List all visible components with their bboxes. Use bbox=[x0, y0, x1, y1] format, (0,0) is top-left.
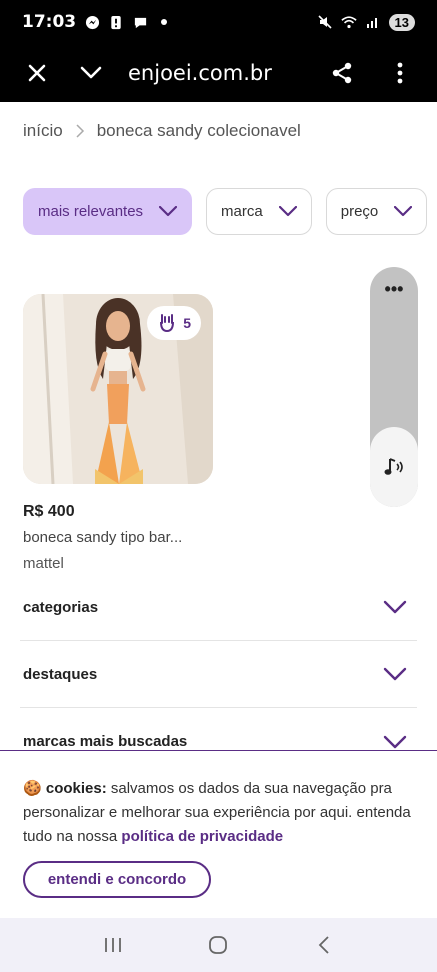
like-badge[interactable]: 5 bbox=[147, 306, 201, 340]
like-count: 5 bbox=[183, 315, 191, 331]
status-bar: 17:03 13 bbox=[0, 0, 437, 44]
chevron-down-icon bbox=[383, 667, 407, 681]
more-options-button[interactable] bbox=[371, 44, 429, 102]
product-brand: mattel bbox=[23, 555, 64, 572]
back-button[interactable] bbox=[304, 925, 344, 965]
close-button[interactable] bbox=[8, 44, 66, 102]
chevron-right-icon bbox=[76, 124, 84, 138]
accept-cookies-button[interactable]: entendi e concordo bbox=[23, 861, 211, 898]
chevron-down-icon bbox=[394, 206, 413, 217]
cookie-banner: 🍪 cookies: salvamos os dados da sua nave… bbox=[0, 750, 437, 918]
url-text[interactable]: enjoei.com.br bbox=[128, 61, 272, 85]
battery-indicator: 13 bbox=[388, 13, 415, 31]
chevron-down-icon bbox=[159, 206, 178, 217]
chevron-down-icon bbox=[80, 66, 102, 79]
home-button[interactable] bbox=[198, 925, 238, 965]
product-title[interactable]: boneca sandy tipo bar... bbox=[23, 529, 182, 546]
chip-label: marca bbox=[221, 203, 263, 220]
widget-slider-knob[interactable] bbox=[370, 427, 418, 507]
recent-apps-button[interactable] bbox=[93, 925, 133, 965]
dot-icon bbox=[156, 14, 172, 30]
side-sound-widget[interactable]: ••• bbox=[370, 267, 418, 507]
expand-button[interactable] bbox=[66, 44, 116, 102]
brand-filter-chip[interactable]: marca bbox=[206, 188, 312, 235]
privacy-policy-link[interactable]: política de privacidade bbox=[121, 828, 283, 845]
breadcrumb-current: boneca sandy colecionavel bbox=[96, 121, 301, 140]
breadcrumb-home[interactable]: início bbox=[23, 121, 63, 141]
accordion-categorias[interactable]: categorias bbox=[20, 574, 417, 641]
product-price: R$ 400 bbox=[23, 503, 75, 520]
share-icon bbox=[332, 62, 352, 84]
music-note-icon bbox=[384, 458, 403, 475]
cookie-heading: cookies: bbox=[45, 780, 107, 797]
chip-label: mais relevantes bbox=[38, 203, 144, 220]
accordion-label: destaques bbox=[23, 665, 98, 683]
accordion-label: categorias bbox=[23, 598, 99, 616]
recent-apps-icon bbox=[104, 938, 121, 952]
browser-toolbar: enjoei.com.br bbox=[0, 44, 437, 102]
more-vertical-icon bbox=[397, 62, 403, 84]
cookie-message: 🍪 cookies: salvamos os dados da sua nave… bbox=[23, 777, 414, 849]
chip-label: preço bbox=[340, 203, 379, 220]
system-nav-bar bbox=[0, 918, 437, 972]
rock-hand-icon bbox=[160, 314, 175, 333]
price-filter-chip[interactable]: preço bbox=[325, 188, 428, 235]
lock-notification-icon bbox=[108, 14, 124, 30]
signal-icon bbox=[365, 14, 381, 30]
product-image[interactable]: 5 bbox=[23, 294, 213, 484]
status-time: 17:03 bbox=[22, 12, 77, 32]
home-icon bbox=[209, 936, 228, 954]
wifi-icon bbox=[340, 14, 357, 30]
messenger-icon bbox=[84, 14, 100, 30]
chevron-down-icon bbox=[383, 600, 407, 614]
accordion-label: marcas mais buscadas bbox=[23, 733, 188, 750]
close-icon bbox=[28, 64, 46, 82]
breadcrumb: início boneca sandy colecionavel bbox=[23, 121, 301, 141]
chat-icon bbox=[132, 14, 148, 30]
sort-filter-chip[interactable]: mais relevantes bbox=[23, 188, 193, 235]
widget-menu[interactable]: ••• bbox=[370, 279, 418, 300]
filter-bar: mais relevantes marca preço bbox=[23, 188, 428, 235]
share-button[interactable] bbox=[313, 44, 371, 102]
chevron-down-icon bbox=[278, 206, 297, 217]
back-icon bbox=[318, 936, 329, 954]
accordion-destaques[interactable]: destaques bbox=[20, 641, 417, 708]
mute-icon bbox=[317, 14, 333, 30]
cookie-emoji: 🍪 bbox=[23, 780, 42, 797]
chevron-down-icon bbox=[383, 735, 407, 748]
